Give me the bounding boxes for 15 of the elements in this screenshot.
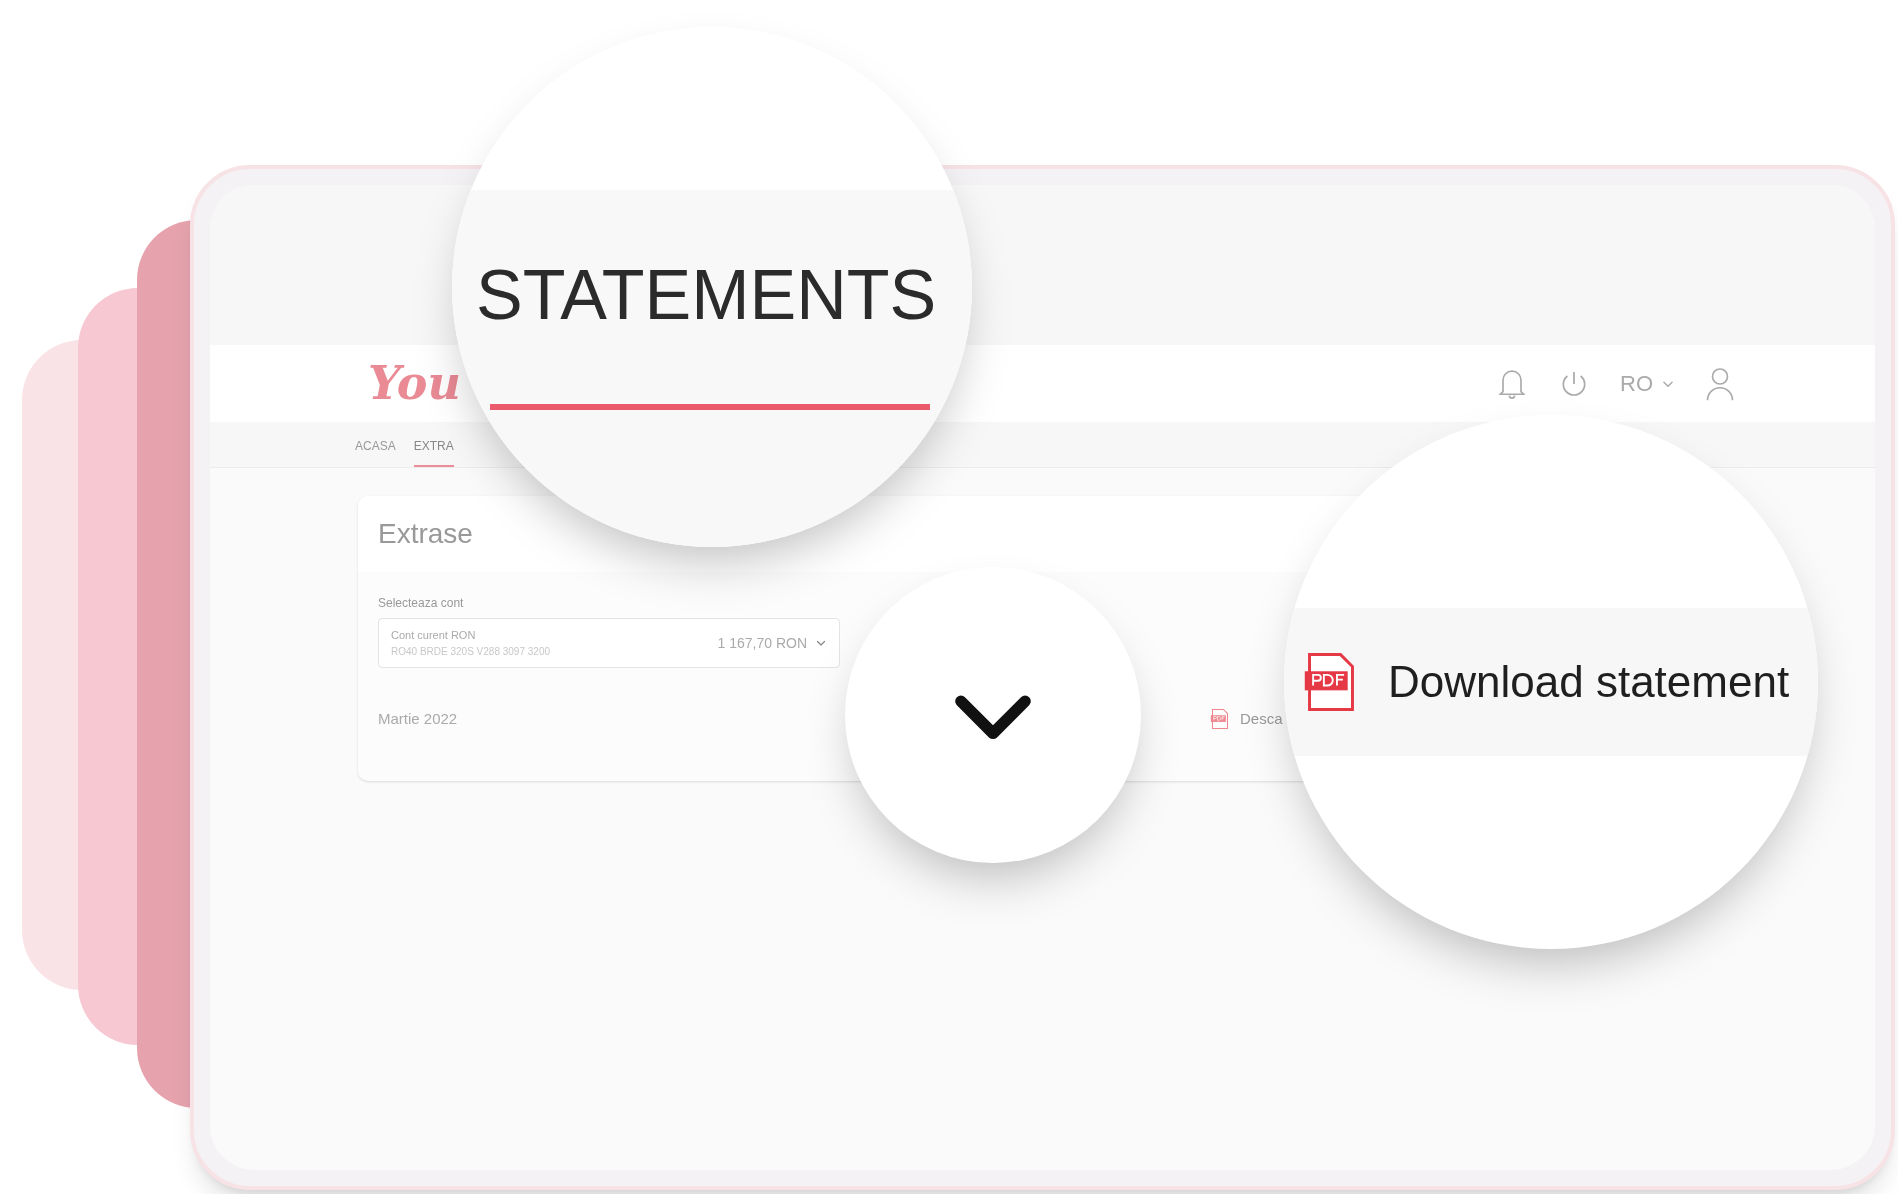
pdf-file-icon bbox=[1210, 708, 1230, 731]
account-balance: 1 167,70 RON bbox=[717, 633, 807, 653]
download-row[interactable]: Download statement bbox=[1284, 608, 1818, 756]
download-label: Download statement bbox=[1388, 656, 1790, 708]
language-selector[interactable]: RO bbox=[1620, 367, 1675, 400]
user-icon[interactable] bbox=[1705, 365, 1735, 402]
download-link[interactable]: Desca bbox=[1240, 708, 1283, 731]
nav-tab[interactable]: EXTRA bbox=[413, 437, 454, 467]
field-label: Selecteaza cont bbox=[378, 595, 465, 612]
logo: You bbox=[368, 355, 461, 412]
account-name: Cont curent RON bbox=[391, 628, 477, 644]
card-title: Extrase bbox=[378, 517, 473, 551]
nav-tab[interactable]: ACASA bbox=[355, 437, 396, 467]
statement-period: Martie 2022 bbox=[378, 709, 459, 729]
tab-zoomed[interactable]: STATEMENTS bbox=[476, 260, 937, 330]
